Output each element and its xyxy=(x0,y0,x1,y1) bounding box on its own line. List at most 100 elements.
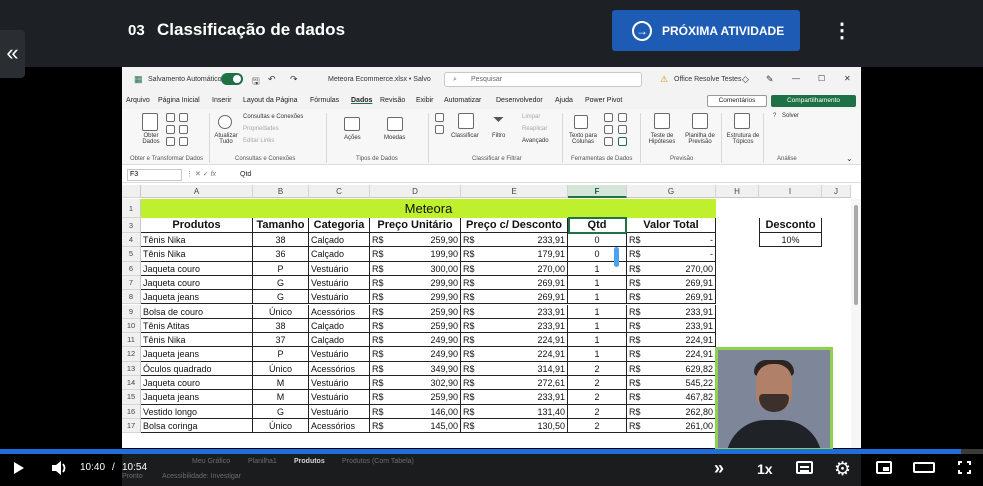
fx-icon[interactable]: ⋮ ✕ ✓ fx xyxy=(186,170,216,178)
size-cell[interactable]: P xyxy=(253,347,309,362)
column-header-h[interactable]: H xyxy=(716,185,759,198)
product-cell[interactable]: Tênis Atitas xyxy=(141,318,253,334)
unit-price-cell[interactable]: R$ 259,90 xyxy=(370,390,461,405)
discount-price-cell[interactable]: R$ 269,91 xyxy=(461,290,568,305)
size-cell[interactable]: G xyxy=(253,275,309,291)
consolidate-icon[interactable] xyxy=(618,113,627,122)
sheet-tab-planilha1[interactable]: Planilha1 xyxy=(248,458,277,465)
unit-price-cell[interactable]: R$ 300,00 xyxy=(370,261,461,276)
quantity-cell[interactable]: 1 xyxy=(568,290,627,305)
table-header-cell[interactable]: Preço Unitário xyxy=(370,218,461,233)
comments-button[interactable]: Comentários xyxy=(707,95,767,107)
size-cell[interactable]: Único xyxy=(253,418,309,434)
file-name[interactable]: Meteora Ecommerce.xlsx • Salvo xyxy=(328,76,431,83)
classificar-button[interactable]: Classificar xyxy=(451,133,479,139)
category-cell[interactable]: Vestuário xyxy=(309,404,370,419)
row-header[interactable]: 8 xyxy=(122,290,141,305)
scrollbar-thumb[interactable] xyxy=(854,205,858,305)
quantity-cell[interactable]: 2 xyxy=(568,418,627,434)
pen-icon[interactable]: ✎ xyxy=(766,74,774,85)
video-progress-bar[interactable] xyxy=(0,449,983,454)
unit-price-cell[interactable]: R$ 299,90 xyxy=(370,290,461,305)
discount-price-cell[interactable]: R$ 179,91 xyxy=(461,247,568,262)
row-header[interactable]: 3 xyxy=(122,218,141,233)
quantity-cell[interactable]: 1 xyxy=(568,275,627,291)
menu-inserir[interactable]: Inserir xyxy=(212,97,231,104)
category-cell[interactable]: Acessórios xyxy=(309,418,370,434)
quantity-cell[interactable]: 2 xyxy=(568,390,627,405)
total-value-cell[interactable]: R$ 545,22 xyxy=(627,376,716,391)
share-button[interactable]: Compartilhamento xyxy=(771,95,856,107)
category-cell[interactable]: Calçado xyxy=(309,247,370,262)
row-header[interactable]: 17 xyxy=(122,418,141,434)
save-icon[interactable]: 🖫 xyxy=(252,74,260,90)
total-value-cell[interactable]: R$ 233,91 xyxy=(627,304,716,319)
product-cell[interactable]: Jaqueta couro xyxy=(141,376,253,391)
solver-button[interactable]: Solver xyxy=(782,113,799,119)
planilha-previsao-button[interactable]: Planilha de Previsão xyxy=(683,133,717,145)
total-value-cell[interactable]: R$ 269,91 xyxy=(627,275,716,291)
row-header[interactable]: 10 xyxy=(122,318,141,334)
unit-price-cell[interactable]: R$ 199,90 xyxy=(370,247,461,262)
user-name[interactable]: Office Resolve Testes xyxy=(674,76,741,83)
quantity-cell[interactable]: 1 xyxy=(568,318,627,334)
product-cell[interactable]: Tênis Nika xyxy=(141,233,253,248)
theater-mode-icon[interactable] xyxy=(913,462,935,473)
vertical-scrollbar[interactable] xyxy=(851,199,861,448)
discount-price-cell[interactable]: R$ 269,91 xyxy=(461,275,568,291)
row-header[interactable]: 6 xyxy=(122,261,141,276)
picture-in-picture-icon[interactable] xyxy=(876,461,892,474)
fullscreen-icon[interactable] xyxy=(958,461,971,474)
unit-price-cell[interactable]: R$ 302,90 xyxy=(370,376,461,391)
discount-label-cell[interactable]: Desconto xyxy=(759,218,822,233)
flash-fill-icon[interactable] xyxy=(604,113,613,122)
existing-connections-icon[interactable] xyxy=(179,125,188,134)
size-cell[interactable]: P xyxy=(253,261,309,276)
size-cell[interactable]: G xyxy=(253,404,309,419)
quantity-cell[interactable]: 1 xyxy=(568,304,627,319)
menu-pagina-inicial[interactable]: Página Inicial xyxy=(158,97,200,104)
unit-price-cell[interactable]: R$ 249,90 xyxy=(370,333,461,348)
row-header[interactable]: 14 xyxy=(122,376,141,391)
category-cell[interactable]: Vestuário xyxy=(309,261,370,276)
column-header-e[interactable]: E xyxy=(461,185,568,198)
total-value-cell[interactable]: R$ 629,82 xyxy=(627,361,716,376)
discount-price-cell[interactable]: R$ 224,91 xyxy=(461,347,568,362)
column-header-d[interactable]: D xyxy=(370,185,461,198)
consultas-conexoes-button[interactable]: Consultas e Conexões xyxy=(243,114,303,120)
atualizar-tudo-button[interactable]: Atualizar Tudo xyxy=(212,133,240,145)
product-cell[interactable]: Jaqueta couro xyxy=(141,261,253,276)
product-cell[interactable]: Bolsa coringa xyxy=(141,418,253,434)
total-value-cell[interactable]: R$ 224,91 xyxy=(627,347,716,362)
size-cell[interactable]: 38 xyxy=(253,318,309,334)
acoes-button[interactable]: Ações xyxy=(344,135,361,141)
product-cell[interactable]: Tênis Nika xyxy=(141,247,253,262)
row-header[interactable]: 11 xyxy=(122,333,141,348)
unit-price-cell[interactable]: R$ 299,90 xyxy=(370,275,461,291)
category-cell[interactable]: Calçado xyxy=(309,333,370,348)
category-cell[interactable]: Vestuário xyxy=(309,347,370,362)
quantity-cell[interactable]: 2 xyxy=(568,361,627,376)
product-cell[interactable]: Tênis Nika xyxy=(141,333,253,348)
menu-arquivo[interactable]: Arquivo xyxy=(126,97,150,104)
playback-speed[interactable]: 1x xyxy=(757,461,773,477)
total-value-cell[interactable]: R$ 261,00 xyxy=(627,418,716,434)
category-cell[interactable]: Acessórios xyxy=(309,361,370,376)
column-header-f[interactable]: F xyxy=(568,185,627,198)
play-icon[interactable] xyxy=(14,462,24,474)
product-cell[interactable]: Jaqueta jeans xyxy=(141,290,253,305)
diamond-icon[interactable]: ◇ xyxy=(742,74,749,85)
quantity-cell[interactable]: 2 xyxy=(568,404,627,419)
unit-price-cell[interactable]: R$ 349,90 xyxy=(370,361,461,376)
row-header[interactable]: 7 xyxy=(122,275,141,291)
product-cell[interactable]: Vestido longo xyxy=(141,404,253,419)
category-cell[interactable]: Calçado xyxy=(309,318,370,334)
reaplicar-button[interactable]: Reaplicar xyxy=(522,126,547,132)
kebab-menu-icon[interactable]: ⋮ xyxy=(832,20,852,44)
category-cell[interactable]: Vestuário xyxy=(309,390,370,405)
next-activity-button[interactable]: → PRÓXIMA ATIVIDADE xyxy=(612,10,800,51)
column-header-a[interactable]: A xyxy=(141,185,253,198)
minimize-icon[interactable]: — xyxy=(792,74,800,83)
row-header[interactable]: 5 xyxy=(122,247,141,262)
unit-price-cell[interactable]: R$ 249,90 xyxy=(370,347,461,362)
